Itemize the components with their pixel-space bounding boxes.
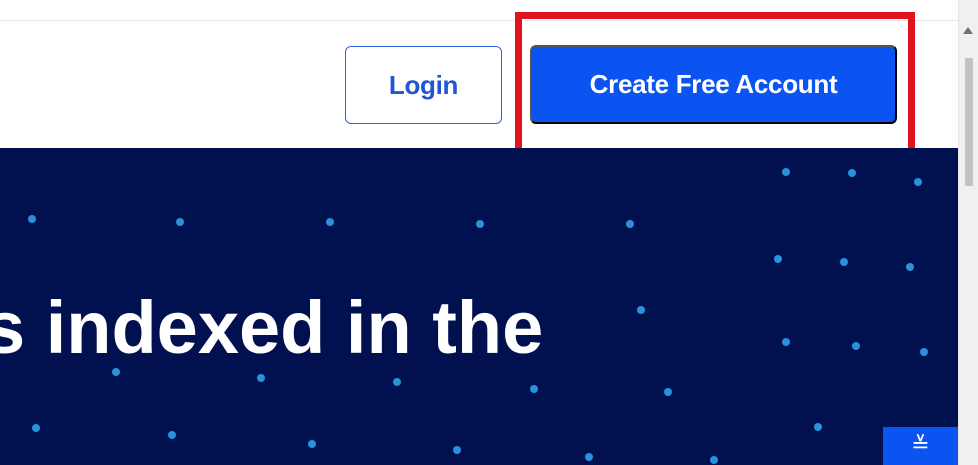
decor-dot xyxy=(906,263,914,271)
decor-dot xyxy=(814,423,822,431)
decor-dot xyxy=(920,348,928,356)
decor-dot xyxy=(32,424,40,432)
decor-dot xyxy=(476,220,484,228)
decor-dot xyxy=(112,368,120,376)
decor-dot xyxy=(664,388,672,396)
decor-dot xyxy=(637,306,645,314)
decor-dot xyxy=(308,440,316,448)
decor-dot xyxy=(852,342,860,350)
decor-dot xyxy=(257,374,265,382)
decor-dot xyxy=(848,169,856,177)
hero-banner: s indexed in the xyxy=(0,148,958,465)
decor-dot xyxy=(626,220,634,228)
decor-dot xyxy=(782,168,790,176)
decor-dot xyxy=(393,378,401,386)
site-header: Login Create Free Account xyxy=(0,0,958,148)
scroll-up-arrow-icon[interactable] xyxy=(963,27,973,34)
decor-dot xyxy=(914,178,922,186)
floating-widget-button[interactable]: ≚ xyxy=(883,427,958,465)
decor-dot xyxy=(710,456,718,464)
hero-headline: s indexed in the xyxy=(0,286,544,369)
decor-dot xyxy=(28,215,36,223)
decor-dot xyxy=(530,385,538,393)
decor-dot xyxy=(585,453,593,461)
decor-dot xyxy=(326,218,334,226)
create-free-account-button[interactable]: Create Free Account xyxy=(530,45,897,124)
decor-dot xyxy=(774,255,782,263)
decor-dot xyxy=(453,446,461,454)
vertical-scrollbar[interactable] xyxy=(958,0,978,465)
decor-dot xyxy=(176,218,184,226)
scrollbar-thumb[interactable] xyxy=(965,58,973,186)
login-button[interactable]: Login xyxy=(345,46,502,124)
decor-dot xyxy=(782,338,790,346)
widget-icon: ≚ xyxy=(911,433,930,458)
decor-dot xyxy=(840,258,848,266)
decor-dot xyxy=(168,431,176,439)
